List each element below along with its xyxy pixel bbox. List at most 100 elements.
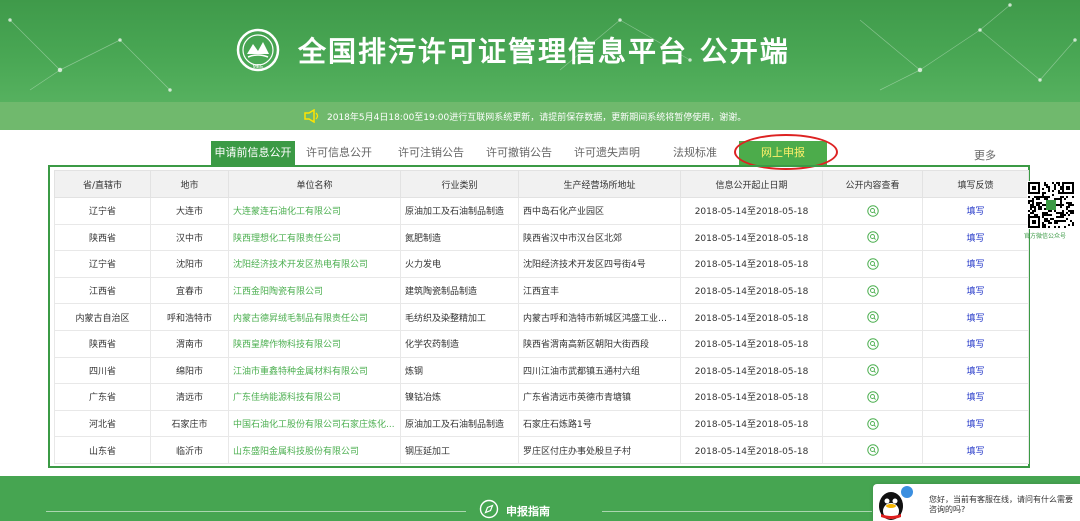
city-cell: 临沂市 xyxy=(150,436,229,464)
city-cell: 绵阳市 xyxy=(150,356,229,385)
feedback-link[interactable]: 填写 xyxy=(922,303,1029,331)
table-row: 陕西省 渭南市 陕西皇牌作物科技有限公司 化学农药制造 陕西省渭南高新区朝阳大街西段 20… xyxy=(54,329,1029,358)
qr-label: 官方微信公众号 xyxy=(1024,233,1067,240)
view-cell xyxy=(822,250,923,278)
view-search-icon[interactable] xyxy=(866,338,879,350)
table-row: 广东省 清远市 广东佳纳能源科技有限公司 镍钴冶炼 广东省清远市英德市青塘镇 2018-0… xyxy=(54,383,1029,411)
city-cell: 渭南市 xyxy=(150,329,229,358)
company-cell[interactable]: 江油市重鑫特种金属材料有限公司 xyxy=(228,356,401,385)
svg-text:MEE: MEE xyxy=(253,64,265,70)
table-row: 江西省 宜春市 江西金阳陶瓷有限公司 建筑陶瓷制品制造 江西宜丰 2018-05-14至2… xyxy=(54,276,1029,305)
address-cell: 广东省清远市英德市青塘镇 xyxy=(518,383,681,411)
province-cell: 辽宁省 xyxy=(54,197,151,225)
table-row: 河北省 石家庄市 中国石油化工股份有限公司石家庄炼化... 原油加工及石油制品制造 石家… xyxy=(54,409,1029,438)
view-search-icon[interactable] xyxy=(866,417,879,430)
company-cell[interactable]: 陕西皇牌作物科技有限公司 xyxy=(228,329,401,358)
table-header-row: 省/直辖市 地市 单位名称 行业类别 生产经营场所地址 信息公开起止日期 公开内… xyxy=(54,170,1029,198)
feedback-link[interactable]: 填写 xyxy=(922,197,1029,225)
view-search-icon[interactable] xyxy=(866,284,879,297)
feedback-link[interactable]: 填写 xyxy=(922,356,1029,385)
qq-avatar-icon[interactable] xyxy=(873,484,917,521)
view-cell xyxy=(822,409,923,438)
address-cell: 罗庄区付庄办事处殷旦子村 xyxy=(518,436,681,464)
view-cell xyxy=(822,197,923,225)
feedback-link[interactable]: 填写 xyxy=(922,409,1029,438)
feedback-link[interactable]: 填写 xyxy=(922,383,1029,411)
industry-cell: 氮肥制造 xyxy=(400,223,519,252)
company-cell[interactable]: 沈阳经济技术开发区热电有限公司 xyxy=(228,250,401,278)
info-table-panel: 省/直辖市 地市 单位名称 行业类别 生产经营场所地址 信息公开起止日期 公开内… xyxy=(48,167,1030,468)
compass-icon xyxy=(479,499,499,519)
col-header: 地市 xyxy=(150,170,229,198)
footer-divider xyxy=(602,511,872,512)
province-cell: 内蒙古自治区 xyxy=(54,303,151,331)
view-search-icon[interactable] xyxy=(866,444,879,456)
site-title: 全国排污许可证管理信息平台 公开端 xyxy=(298,35,790,68)
company-cell[interactable]: 山东盛阳金属科技股份有限公司 xyxy=(228,436,401,464)
footer-divider xyxy=(46,511,466,512)
industry-cell: 炼钢 xyxy=(400,356,519,385)
feedback-link[interactable]: 填写 xyxy=(922,436,1029,464)
date-range-cell: 2018-05-14至2018-05-18 xyxy=(680,303,823,331)
view-search-icon[interactable] xyxy=(866,231,879,244)
province-cell: 陕西省 xyxy=(54,223,151,252)
view-search-icon[interactable] xyxy=(866,258,879,270)
company-cell[interactable]: 广东佳纳能源科技有限公司 xyxy=(228,383,401,411)
city-cell: 石家庄市 xyxy=(150,409,229,438)
date-range-cell: 2018-05-14至2018-05-18 xyxy=(680,383,823,411)
view-search-icon[interactable] xyxy=(866,364,879,377)
city-cell: 汉中市 xyxy=(150,223,229,252)
tab-revocation[interactable]: 许可撤销公告 xyxy=(475,141,563,165)
tab-cancellation[interactable]: 许可注销公告 xyxy=(387,141,475,165)
col-header: 生产经营场所地址 xyxy=(518,170,681,198)
address-cell: 石家庄石炼路1号 xyxy=(518,409,681,438)
address-cell: 沈阳经济技术开发区四号街4号 xyxy=(518,250,681,278)
date-range-cell: 2018-05-14至2018-05-18 xyxy=(680,436,823,464)
col-header: 单位名称 xyxy=(228,170,401,198)
feedback-link[interactable]: 填写 xyxy=(922,223,1029,252)
province-cell: 江西省 xyxy=(54,276,151,305)
company-cell[interactable]: 中国石油化工股份有限公司石家庄炼化... xyxy=(228,409,401,438)
province-cell: 广东省 xyxy=(54,383,151,411)
col-header: 公开内容查看 xyxy=(822,170,923,198)
feedback-link[interactable]: 填写 xyxy=(922,276,1029,305)
filing-guide-link[interactable]: 申报指南 xyxy=(506,503,550,519)
company-cell[interactable]: 大连蒙连石油化工有限公司 xyxy=(228,197,401,225)
company-cell[interactable]: 陕西理想化工有限责任公司 xyxy=(228,223,401,252)
chat-message: 您好，当前有客服在线，请问有什么需要咨询的吗? xyxy=(929,495,1073,514)
feedback-link[interactable]: 填写 xyxy=(922,329,1029,358)
tab-regulations[interactable]: 法规标准 xyxy=(651,141,739,165)
more-link[interactable]: 更多 xyxy=(974,147,996,163)
date-range-cell: 2018-05-14至2018-05-18 xyxy=(680,276,823,305)
view-cell xyxy=(822,383,923,411)
company-cell[interactable]: 江西金阳陶瓷有限公司 xyxy=(228,276,401,305)
city-cell: 大连市 xyxy=(150,197,229,225)
date-range-cell: 2018-05-14至2018-05-18 xyxy=(680,250,823,278)
view-search-icon[interactable] xyxy=(866,391,879,403)
tab-permit-info[interactable]: 许可信息公开 xyxy=(295,141,383,165)
city-cell: 呼和浩特市 xyxy=(150,303,229,331)
province-cell: 陕西省 xyxy=(54,329,151,358)
date-range-cell: 2018-05-14至2018-05-18 xyxy=(680,409,823,438)
industry-cell: 原油加工及石油制品制造 xyxy=(400,409,519,438)
date-range-cell: 2018-05-14至2018-05-18 xyxy=(680,329,823,358)
speaker-icon xyxy=(304,109,319,123)
tab-loss-statement[interactable]: 许可遗失声明 xyxy=(563,141,651,165)
company-cell[interactable]: 内蒙古德昇绒毛制品有限责任公司 xyxy=(228,303,401,331)
col-header: 省/直辖市 xyxy=(54,170,151,198)
info-table: 省/直辖市 地市 单位名称 行业类别 生产经营场所地址 信息公开起止日期 公开内… xyxy=(54,170,1029,464)
province-cell: 辽宁省 xyxy=(54,250,151,278)
feedback-link[interactable]: 填写 xyxy=(922,250,1029,278)
city-cell: 宜春市 xyxy=(150,276,229,305)
tab-pre-application[interactable]: 申请前信息公开 xyxy=(211,141,295,165)
col-header: 行业类别 xyxy=(400,170,519,198)
view-search-icon[interactable] xyxy=(866,311,879,323)
city-cell: 清远市 xyxy=(150,383,229,411)
tab-online-report[interactable]: 网上申报 xyxy=(739,141,827,165)
province-cell: 四川省 xyxy=(54,356,151,385)
view-search-icon[interactable] xyxy=(866,205,879,217)
address-cell: 江西宜丰 xyxy=(518,276,681,305)
col-header: 信息公开起止日期 xyxy=(680,170,823,198)
province-cell: 山东省 xyxy=(54,436,151,464)
mee-logo: MEE xyxy=(236,28,280,72)
